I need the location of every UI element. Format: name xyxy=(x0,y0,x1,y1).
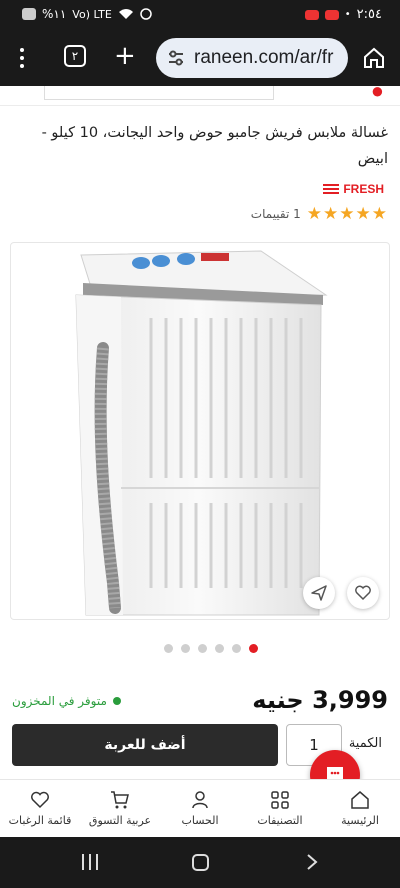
nav-categories[interactable]: التصنيفات xyxy=(240,780,320,837)
new-tab-button[interactable]: + xyxy=(114,42,136,70)
gallery-dot[interactable] xyxy=(215,644,224,653)
status-right: • ٢:٥٤ xyxy=(304,7,382,22)
rating[interactable]: ★★★★★ 1 تقييمات xyxy=(251,204,388,224)
gallery-dot[interactable] xyxy=(181,644,190,653)
stock-dot-icon xyxy=(112,697,121,705)
search-box-fragment xyxy=(44,86,274,100)
clock: ٢:٥٤ xyxy=(356,7,382,22)
nav-label: الحساب xyxy=(181,814,219,827)
recent-apps-icon[interactable] xyxy=(82,854,98,870)
youtube-icon-2 xyxy=(324,9,339,20)
nav-label: الرئيسية xyxy=(341,814,379,827)
gallery-pagination xyxy=(164,644,258,653)
heart-icon xyxy=(31,791,49,809)
tab-switcher-button[interactable]: ٢ xyxy=(64,45,86,67)
rating-count: 1 تقييمات xyxy=(250,207,301,221)
system-home-icon[interactable] xyxy=(192,854,209,871)
site-logo[interactable]: ● xyxy=(371,86,384,104)
nav-cart[interactable]: عربية التسوق xyxy=(80,780,160,837)
share-button[interactable] xyxy=(303,577,335,609)
cart-icon xyxy=(111,791,129,809)
status-left: %١١ Vo) LTE xyxy=(22,7,152,21)
bottom-navigation: الرئيسية التصنيفات الحساب عربية التسوق ق… xyxy=(0,779,400,837)
grid-icon xyxy=(271,791,289,809)
brand-flag-icon xyxy=(323,184,340,194)
notification-icon xyxy=(22,8,36,20)
address-bar[interactable]: raneen.com/ar/fr xyxy=(156,38,348,78)
gallery-dot[interactable] xyxy=(198,644,207,653)
product-page: ● غسالة ملابس فريش جامبو حوض واحد اليجان… xyxy=(0,86,400,779)
product-price: 3,999 جنيه xyxy=(252,686,388,714)
stock-text: متوفر في المخزون xyxy=(12,694,107,708)
wishlist-button[interactable] xyxy=(347,577,379,609)
status-bar: %١١ Vo) LTE • ٢:٥٤ xyxy=(0,0,400,30)
gallery-dot[interactable] xyxy=(232,644,241,653)
washing-machine-image xyxy=(75,250,328,616)
nav-home[interactable]: الرئيسية xyxy=(320,780,400,837)
site-settings-icon[interactable] xyxy=(166,48,186,68)
youtube-icon xyxy=(304,9,319,20)
nav-label: قائمة الرغبات xyxy=(8,814,72,827)
more-notifications-icon: • xyxy=(344,9,351,20)
network-text: Vo) LTE xyxy=(72,7,112,21)
browser-menu-icon[interactable] xyxy=(18,46,26,70)
product-title: غسالة ملابس فريش جامبو حوض واحد اليجانت،… xyxy=(41,125,388,167)
nav-label: التصنيفات xyxy=(257,814,303,827)
url-text: raneen.com/ar/fr xyxy=(194,47,334,68)
nav-account[interactable]: الحساب xyxy=(160,780,240,837)
system-navigation-bar xyxy=(0,837,400,888)
add-to-cart-button[interactable]: أضف للعربة xyxy=(12,724,278,766)
battery-text: %١١ xyxy=(42,7,67,21)
heart-icon xyxy=(355,585,371,601)
product-image-gallery[interactable] xyxy=(10,242,390,620)
browser-home-icon[interactable] xyxy=(362,46,386,70)
wifi-icon xyxy=(118,9,133,19)
brand-name: FRESH xyxy=(343,182,384,196)
header-divider xyxy=(0,105,400,106)
back-icon[interactable] xyxy=(306,853,318,871)
chat-icon xyxy=(327,767,343,779)
nav-label: عربية التسوق xyxy=(88,814,152,827)
browser-toolbar: ٢ + raneen.com/ar/fr xyxy=(0,30,400,86)
home-icon xyxy=(351,791,369,809)
quantity-label: الكمية xyxy=(348,736,382,751)
stock-status: متوفر في المخزون xyxy=(12,694,121,708)
share-icon xyxy=(311,585,327,601)
gallery-dot-active[interactable] xyxy=(249,644,258,653)
gallery-dot[interactable] xyxy=(164,644,173,653)
user-icon xyxy=(192,791,208,809)
star-rating-icon: ★★★★★ xyxy=(306,204,388,224)
brand-logo[interactable]: FRESH xyxy=(323,182,384,196)
alarm-icon xyxy=(140,8,152,20)
site-header-fragment: ● xyxy=(0,86,400,106)
nav-wishlist[interactable]: قائمة الرغبات xyxy=(0,780,80,837)
